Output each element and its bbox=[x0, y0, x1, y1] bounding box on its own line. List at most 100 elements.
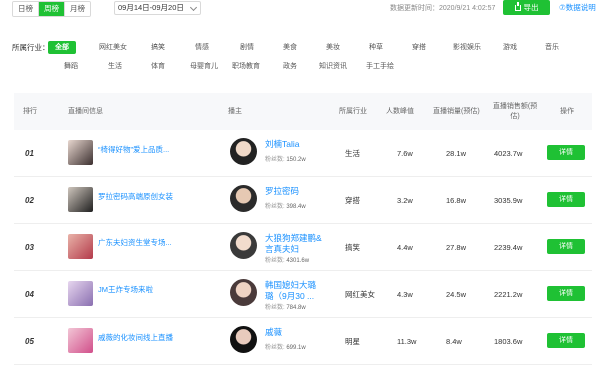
table-row: 02 罗拉密码高端原创女装 罗拉密码 粉丝数: 398.4w 穿搭 3.2w 16.8w 30… bbox=[14, 177, 592, 224]
tab-monthly[interactable]: 月榜 bbox=[65, 2, 90, 16]
fans-label: 粉丝数: bbox=[265, 305, 285, 311]
update-time: 数据更新时间：2020/9/21 4:02:57 bbox=[390, 5, 496, 12]
detail-button[interactable]: 详情 bbox=[547, 145, 585, 160]
anchor-name-line1: 刘楠Talia bbox=[265, 139, 300, 149]
industry-value: 生活 bbox=[345, 149, 360, 158]
anchor-name-link[interactable]: 大狼狗郑建鹏& 言真夫妇 bbox=[265, 233, 322, 255]
industry-tag[interactable]: 美妆 bbox=[322, 41, 344, 54]
industry-tag[interactable]: 影视娱乐 bbox=[447, 41, 487, 54]
room-title-link[interactable]: 罗拉密码高端原创女装 bbox=[98, 191, 173, 202]
fans-count: 粉丝数: 398.4w bbox=[265, 201, 306, 210]
rank-number: 03 bbox=[25, 243, 34, 252]
industry-filter-label: 所属行业： bbox=[12, 43, 50, 52]
header-peak: 人数峰值 bbox=[386, 107, 414, 115]
fans-label: 粉丝数: bbox=[265, 204, 285, 210]
anchor-avatar[interactable] bbox=[230, 326, 257, 353]
sales-volume-value: 27.8w bbox=[446, 243, 467, 252]
top-bar: 日榜 周榜 月榜 09月14日-09月20日 数据更新时间：2020/9/21 … bbox=[0, 0, 600, 18]
anchor-name-line2: 璐（9月30 ... bbox=[265, 291, 315, 301]
room-title-link[interactable]: 广东夫妇资生堂专场... bbox=[98, 237, 172, 248]
room-title-link[interactable]: “椅得好物”爱上品质... bbox=[98, 144, 169, 155]
sales-volume-value: 24.5w bbox=[446, 290, 467, 299]
rank-number: 04 bbox=[25, 290, 34, 299]
anchor-name-line1: 韩国媳妇大璐 bbox=[265, 280, 317, 290]
fans-count: 粉丝数: 150.2w bbox=[265, 154, 306, 163]
fans-value: 699.1w bbox=[286, 345, 306, 351]
anchor-name-line1: 罗拉密码 bbox=[265, 186, 300, 196]
header-industry: 所属行业 bbox=[339, 107, 367, 115]
room-thumbnail[interactable] bbox=[68, 234, 93, 259]
industry-tag[interactable]: 情感 bbox=[191, 41, 213, 54]
room-thumbnail[interactable] bbox=[68, 281, 93, 306]
detail-button[interactable]: 详情 bbox=[547, 333, 585, 348]
export-icon bbox=[514, 2, 521, 11]
industry-tag[interactable]: 游戏 bbox=[499, 41, 521, 54]
industry-value: 网红美女 bbox=[345, 290, 375, 299]
room-thumbnail[interactable] bbox=[68, 187, 93, 212]
fans-value: 398.4w bbox=[286, 204, 306, 210]
data-help-link[interactable]: ⑦数据说明 bbox=[559, 2, 596, 13]
header-sales-amount-line2: 估) bbox=[510, 112, 520, 120]
detail-button[interactable]: 详情 bbox=[547, 239, 585, 254]
industry-tag[interactable]: 网红美女 bbox=[96, 41, 130, 54]
industry-tag[interactable]: 舞蹈 bbox=[60, 60, 82, 73]
peak-value: 4.3w bbox=[397, 290, 413, 299]
industry-tag[interactable]: 穿搭 bbox=[408, 41, 430, 54]
peak-value: 11.3w bbox=[397, 337, 417, 346]
industry-value: 明星 bbox=[345, 337, 360, 346]
sales-volume-value: 8.4w bbox=[446, 337, 462, 346]
table-row: 05 戚薇的化妆间线上直播 戚薇 粉丝数: 699.1w 明星 11.3w 8.4w 1803… bbox=[14, 318, 592, 365]
detail-button[interactable]: 详情 bbox=[547, 192, 585, 207]
anchor-name-link[interactable]: 戚薇 bbox=[265, 327, 282, 338]
industry-tag[interactable]: 政务 bbox=[279, 60, 301, 73]
sales-amount-value: 4023.7w bbox=[494, 149, 523, 158]
sales-amount-value: 2239.4w bbox=[494, 243, 523, 252]
sales-volume-value: 16.8w bbox=[446, 196, 467, 205]
anchor-avatar[interactable] bbox=[230, 279, 257, 306]
table-header: 排行 直播间信息 播主 所属行业 人数峰值 直播销量(预估) 直播销售额(预 估… bbox=[14, 93, 592, 130]
tab-daily[interactable]: 日榜 bbox=[13, 2, 39, 16]
fans-label: 粉丝数: bbox=[265, 157, 285, 163]
anchor-name-link[interactable]: 韩国媳妇大璐 璐（9月30 ... bbox=[265, 280, 316, 302]
header-room: 直播间信息 bbox=[68, 107, 103, 115]
detail-button[interactable]: 详情 bbox=[547, 286, 585, 301]
anchor-avatar[interactable] bbox=[230, 138, 257, 165]
fans-value: 784.8w bbox=[286, 305, 306, 311]
fans-value: 150.2w bbox=[286, 157, 306, 163]
sales-amount-value: 3035.9w bbox=[494, 196, 523, 205]
date-range-value: 09月14日-09月20日 bbox=[118, 3, 184, 12]
anchor-name-link[interactable]: 刘楠Talia bbox=[265, 139, 299, 150]
industry-tag[interactable]: 种草 bbox=[365, 41, 387, 54]
industry-tag[interactable]: 美食 bbox=[279, 41, 301, 54]
room-title-link[interactable]: JM王炸专场来啦 bbox=[98, 284, 153, 295]
industry-tag[interactable]: 搞笑 bbox=[147, 41, 169, 54]
anchor-name-line1: 大狼狗郑建鹏& bbox=[265, 233, 322, 243]
industry-value: 穿搭 bbox=[345, 196, 360, 205]
industry-tag[interactable]: 母婴育儿 bbox=[186, 60, 222, 73]
industry-tag[interactable]: 生活 bbox=[104, 60, 126, 73]
sales-amount-value: 1803.6w bbox=[494, 337, 523, 346]
peak-value: 7.6w bbox=[397, 149, 413, 158]
anchor-avatar[interactable] bbox=[230, 232, 257, 259]
date-range-select[interactable]: 09月14日-09月20日 bbox=[114, 1, 201, 15]
tab-weekly[interactable]: 周榜 bbox=[39, 2, 65, 16]
industry-tag[interactable]: 知识资讯 bbox=[314, 60, 352, 73]
industry-tag[interactable]: 剧情 bbox=[236, 41, 258, 54]
table-row: 04 JM王炸专场来啦 韩国媳妇大璐 璐（9月30 ... 粉丝数: 784.8w 网红美… bbox=[14, 271, 592, 318]
industry-tag[interactable]: 音乐 bbox=[541, 41, 563, 54]
industry-tag[interactable]: 体育 bbox=[147, 60, 169, 73]
table-body: 01 “椅得好物”爱上品质... 刘楠Talia 粉丝数: 150.2w 生活 7.6w 2… bbox=[14, 130, 592, 365]
industry-tag[interactable]: 手工手绘 bbox=[361, 60, 399, 73]
header-action: 操作 bbox=[560, 107, 574, 115]
industry-tag[interactable]: 职场教育 bbox=[228, 60, 264, 73]
room-thumbnail[interactable] bbox=[68, 328, 93, 353]
export-button[interactable]: 导出 bbox=[503, 0, 550, 15]
header-rank: 排行 bbox=[23, 107, 37, 115]
industry-tag[interactable]: 全部 bbox=[48, 41, 76, 54]
peak-value: 4.4w bbox=[397, 243, 413, 252]
room-title-link[interactable]: 戚薇的化妆间线上直播 bbox=[98, 332, 173, 343]
anchor-name-link[interactable]: 罗拉密码 bbox=[265, 186, 299, 197]
anchor-avatar[interactable] bbox=[230, 185, 257, 212]
room-thumbnail[interactable] bbox=[68, 140, 93, 165]
sales-amount-value: 2221.2w bbox=[494, 290, 523, 299]
